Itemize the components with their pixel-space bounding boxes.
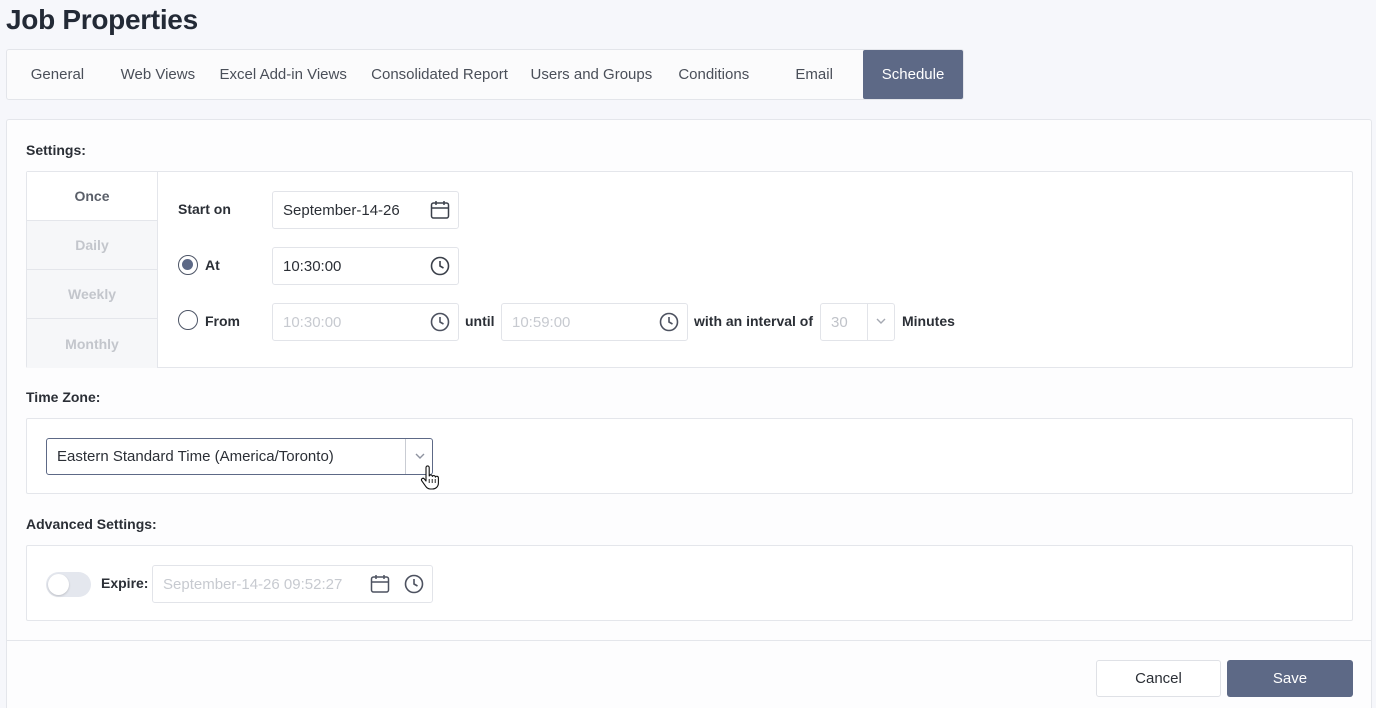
frequency-list: Once Daily Weekly Monthly bbox=[27, 172, 158, 368]
cancel-button[interactable]: Cancel bbox=[1096, 660, 1221, 697]
hand-cursor-icon bbox=[420, 465, 440, 491]
expire-value: September-14-26 09:52:27 bbox=[163, 575, 343, 593]
tab-general[interactable]: General bbox=[7, 50, 108, 99]
timezone-box: Eastern Standard Time (America/Toronto) bbox=[26, 418, 1353, 494]
timezone-label: Time Zone: bbox=[26, 389, 101, 405]
save-button[interactable]: Save bbox=[1227, 660, 1353, 697]
advanced-settings-label: Advanced Settings: bbox=[26, 516, 157, 532]
from-label: From bbox=[205, 313, 240, 329]
calendar-icon[interactable] bbox=[430, 200, 450, 220]
until-time-value: 10:59:00 bbox=[512, 313, 571, 331]
calendar-icon[interactable] bbox=[370, 574, 390, 594]
schedule-panel: Settings: Once Daily Weekly Monthly Star… bbox=[6, 119, 1372, 708]
tab-web-views[interactable]: Web Views bbox=[108, 50, 208, 99]
frequency-daily[interactable]: Daily bbox=[27, 221, 157, 270]
tab-bar: General Web Views Excel Add-in Views Con… bbox=[6, 49, 964, 100]
expire-toggle[interactable] bbox=[46, 572, 91, 597]
at-radio[interactable] bbox=[178, 255, 198, 275]
start-on-date-field[interactable]: September-14-26 bbox=[272, 191, 459, 229]
frequency-weekly[interactable]: Weekly bbox=[27, 270, 157, 319]
interval-select[interactable]: 30 bbox=[820, 303, 895, 341]
clock-icon[interactable] bbox=[430, 312, 450, 332]
select-divider bbox=[405, 439, 406, 474]
tab-schedule[interactable]: Schedule bbox=[863, 50, 963, 99]
tab-conditions[interactable]: Conditions bbox=[662, 50, 765, 99]
settings-label: Settings: bbox=[26, 142, 86, 158]
select-divider bbox=[867, 304, 868, 340]
interval-value: 30 bbox=[831, 313, 848, 331]
tab-users-and-groups[interactable]: Users and Groups bbox=[520, 50, 662, 99]
start-on-value: September-14-26 bbox=[283, 201, 400, 219]
tab-excel-addin-views[interactable]: Excel Add-in Views bbox=[208, 50, 359, 99]
expire-datetime-field[interactable]: September-14-26 09:52:27 bbox=[152, 565, 433, 603]
expire-label: Expire: bbox=[101, 575, 149, 591]
clock-icon[interactable] bbox=[659, 312, 679, 332]
frequency-once[interactable]: Once bbox=[27, 172, 157, 221]
interval-label: with an interval of bbox=[694, 313, 814, 329]
until-label: until bbox=[465, 313, 495, 329]
from-radio[interactable] bbox=[178, 310, 198, 330]
frequency-monthly[interactable]: Monthly bbox=[27, 319, 157, 368]
chevron-down-icon[interactable] bbox=[874, 314, 888, 328]
at-label: At bbox=[205, 257, 220, 273]
clock-icon[interactable] bbox=[404, 574, 424, 594]
from-time-field[interactable]: 10:30:00 bbox=[272, 303, 459, 341]
from-time-value: 10:30:00 bbox=[283, 313, 342, 331]
tab-consolidated-report[interactable]: Consolidated Report bbox=[359, 50, 521, 99]
at-time-field[interactable]: 10:30:00 bbox=[272, 247, 459, 285]
page-title: Job Properties bbox=[6, 4, 198, 35]
advanced-settings-box: Expire: September-14-26 09:52:27 bbox=[26, 545, 1353, 621]
footer-divider bbox=[7, 640, 1371, 641]
clock-icon[interactable] bbox=[430, 256, 450, 276]
timezone-value: Eastern Standard Time (America/Toronto) bbox=[57, 448, 334, 465]
start-on-label: Start on bbox=[178, 201, 231, 217]
tab-email[interactable]: Email bbox=[765, 50, 863, 99]
settings-box: Once Daily Weekly Monthly Start on Septe… bbox=[26, 171, 1353, 368]
minutes-label: Minutes bbox=[902, 313, 955, 329]
at-time-value: 10:30:00 bbox=[283, 257, 342, 275]
until-time-field[interactable]: 10:59:00 bbox=[501, 303, 688, 341]
timezone-select[interactable]: Eastern Standard Time (America/Toronto) bbox=[46, 438, 433, 475]
chevron-down-icon[interactable] bbox=[413, 449, 427, 463]
